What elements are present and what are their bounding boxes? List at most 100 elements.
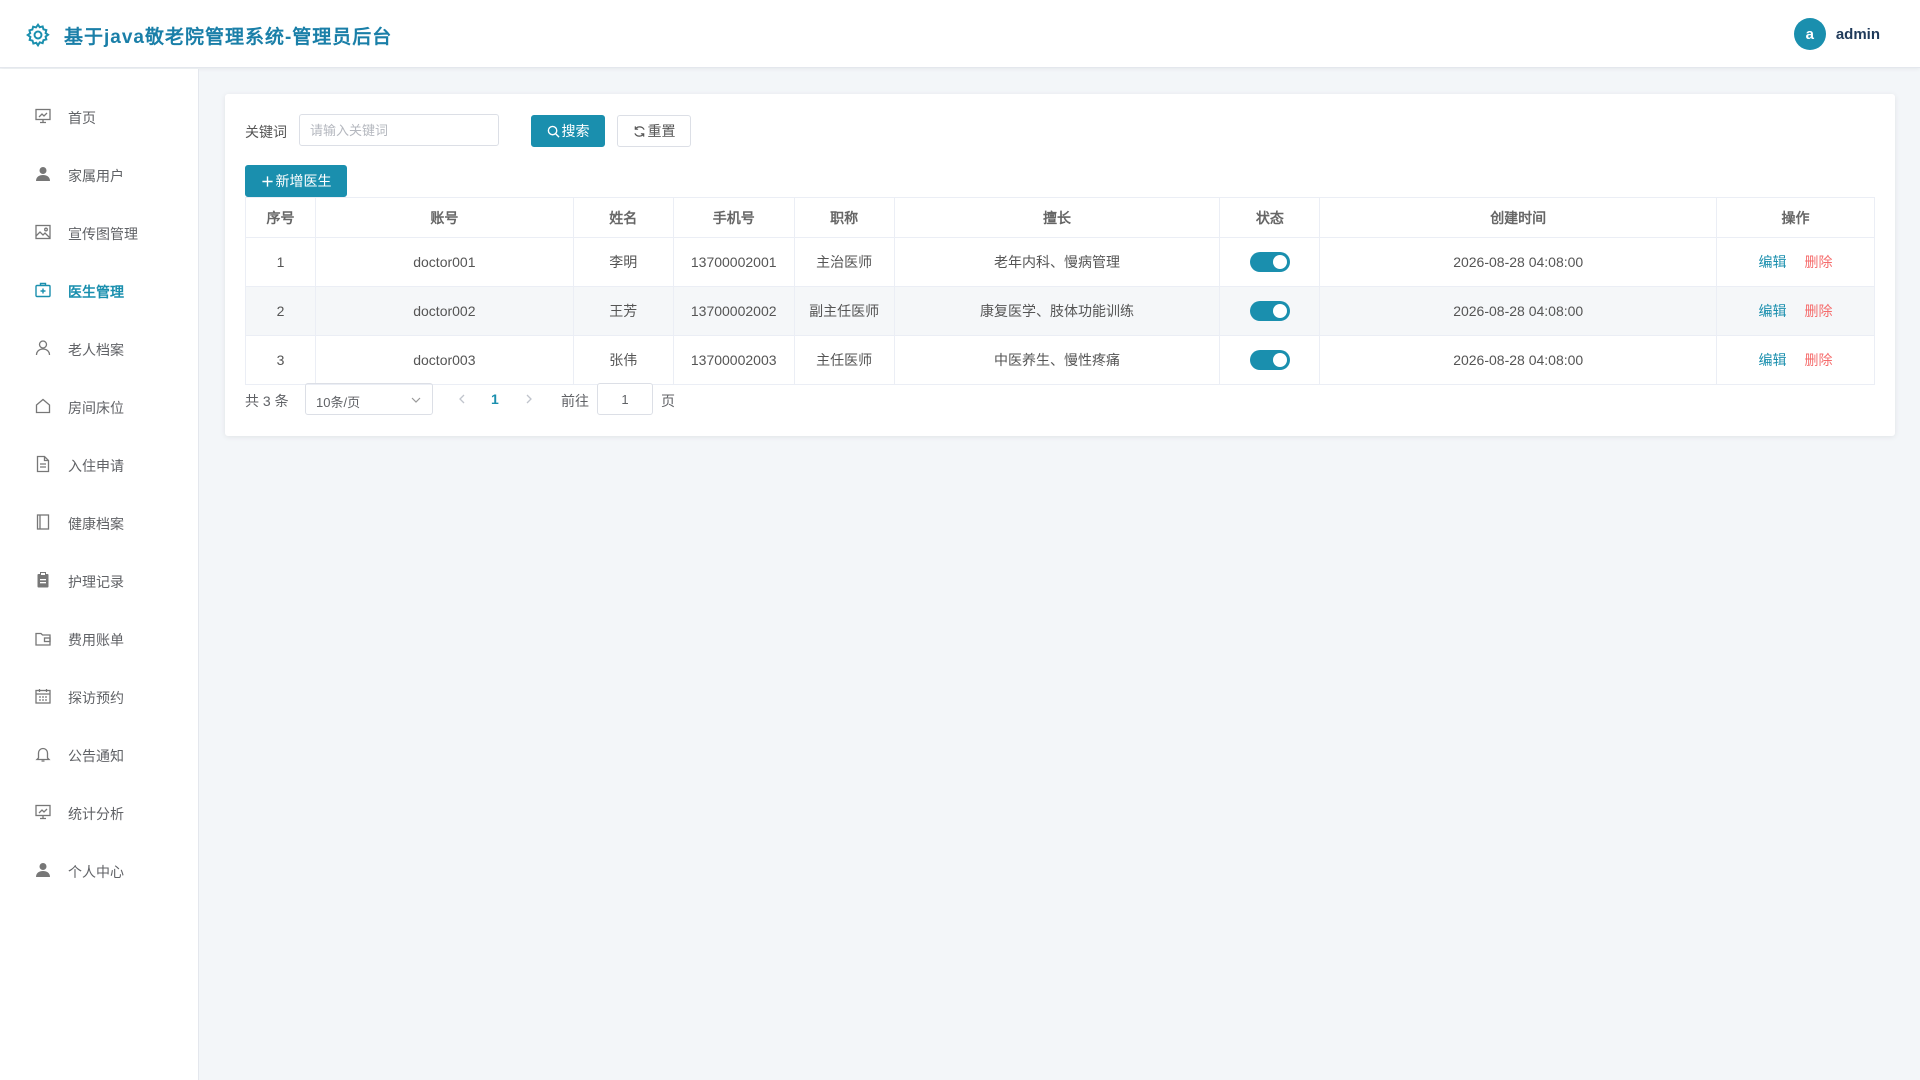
sidebar-item-doctors[interactable]: 医生管理 xyxy=(0,270,199,310)
reset-button[interactable]: 重置 xyxy=(617,115,691,147)
gear-icon xyxy=(26,23,50,48)
cell-specialty: 老年内科、慢病管理 xyxy=(893,237,1221,287)
goto-label: 前往 xyxy=(561,393,589,409)
user-menu[interactable]: a admin xyxy=(1793,18,1880,50)
sidebar-item-home[interactable]: 首页 xyxy=(0,96,199,136)
table-row: 1 doctor001 李明 13700002001 主治医师 老年内科、慢病管… xyxy=(245,237,1875,287)
delete-link[interactable]: 删除 xyxy=(1805,303,1833,319)
add-doctor-button-label: 新增医生 xyxy=(275,173,332,189)
sidebar-item-billing[interactable]: 费用账单 xyxy=(0,618,199,658)
keyword-input[interactable] xyxy=(299,114,499,146)
page-suffix-label: 页 xyxy=(661,393,675,409)
column-header: 手机号 xyxy=(672,197,795,238)
search-button-label: 搜索 xyxy=(561,123,590,139)
sidebar-item-label: 宣传图管理 xyxy=(68,226,138,242)
status-toggle[interactable] xyxy=(1249,350,1290,370)
table-header-row: 序号 账号 姓名 手机号 职称 擅长 状态 创建时间 操作 xyxy=(245,197,1875,238)
column-header: 职称 xyxy=(793,197,895,238)
notebook-icon xyxy=(36,514,50,530)
dashboard-icon xyxy=(35,108,51,124)
search-button[interactable]: 搜索 xyxy=(531,115,605,147)
sidebar-item-elder-records[interactable]: 老人档案 xyxy=(0,328,199,368)
page-size-select[interactable]: 10条/页 xyxy=(305,383,433,415)
sidebar-item-care-records[interactable]: 护理记录 xyxy=(0,560,199,600)
medical-box-icon xyxy=(35,282,51,298)
page-number-current[interactable]: 1 xyxy=(491,391,499,407)
username[interactable]: admin xyxy=(1836,26,1880,43)
cell-title: 主治医师 xyxy=(793,237,895,287)
cell-actions: 编辑 删除 xyxy=(1716,286,1875,336)
status-toggle[interactable] xyxy=(1249,252,1290,272)
doctor-table: 序号 账号 姓名 手机号 职称 擅长 状态 创建时间 操作 1 doctor00… xyxy=(245,197,1875,385)
sidebar-item-label: 个人中心 xyxy=(68,864,124,880)
edit-link[interactable]: 编辑 xyxy=(1759,254,1787,270)
sidebar-item-label: 医生管理 xyxy=(68,284,124,300)
cell-phone: 13700002001 xyxy=(672,237,795,287)
sidebar: 首页 家属用户 宣传图管理 医生管理 老人档案 房间床位 入住申请 健康档案 护… xyxy=(0,69,199,1080)
presentation-chart-icon xyxy=(35,804,51,820)
sidebar-item-rooms[interactable]: 房间床位 xyxy=(0,386,199,426)
sidebar-item-label: 入住申请 xyxy=(68,458,124,474)
edit-link[interactable]: 编辑 xyxy=(1759,352,1787,368)
edit-link[interactable]: 编辑 xyxy=(1759,303,1787,319)
house-icon xyxy=(35,398,51,414)
cell-actions: 编辑 删除 xyxy=(1716,335,1875,385)
sidebar-item-label: 费用账单 xyxy=(68,632,124,648)
cell-name: 李明 xyxy=(572,237,674,287)
pagination-total: 共 3 条 xyxy=(245,393,289,409)
sidebar-item-notices[interactable]: 公告通知 xyxy=(0,734,199,774)
sidebar-item-health-records[interactable]: 健康档案 xyxy=(0,502,199,542)
cell-specialty: 康复医学、肢体功能训练 xyxy=(893,286,1221,336)
sidebar-item-profile[interactable]: 个人中心 xyxy=(0,850,199,890)
column-header: 擅长 xyxy=(893,197,1221,238)
sidebar-item-statistics[interactable]: 统计分析 xyxy=(0,792,199,832)
sidebar-item-admission[interactable]: 入住申请 xyxy=(0,444,199,484)
add-doctor-button[interactable]: 新增医生 xyxy=(245,165,347,197)
column-header: 姓名 xyxy=(572,197,674,238)
search-icon xyxy=(547,125,560,138)
chevron-left-icon[interactable] xyxy=(455,392,469,406)
column-header: 状态 xyxy=(1219,197,1321,238)
cell-phone: 13700002002 xyxy=(672,286,795,336)
cell-created: 2026-08-28 04:08:00 xyxy=(1319,237,1718,287)
image-icon xyxy=(35,224,51,240)
cell-created: 2026-08-28 04:08:00 xyxy=(1319,286,1718,336)
refresh-icon xyxy=(633,125,645,137)
sidebar-item-label: 公告通知 xyxy=(68,748,124,764)
cell-title: 副主任医师 xyxy=(793,286,895,336)
calendar-icon xyxy=(35,689,51,704)
cell-status xyxy=(1219,335,1321,385)
plus-icon xyxy=(261,175,273,187)
sidebar-item-label: 首页 xyxy=(68,110,96,126)
column-header: 账号 xyxy=(314,197,574,238)
delete-link[interactable]: 删除 xyxy=(1805,254,1833,270)
goto-page-input[interactable] xyxy=(597,383,653,415)
page-size-value: 10条/页 xyxy=(316,395,361,410)
delete-link[interactable]: 删除 xyxy=(1805,352,1833,368)
cell-index: 2 xyxy=(245,286,316,336)
column-header: 序号 xyxy=(245,197,316,238)
user-icon xyxy=(36,863,50,877)
bell-icon xyxy=(35,747,51,762)
sidebar-item-label: 探访预约 xyxy=(68,690,124,706)
cell-title: 主任医师 xyxy=(793,335,895,385)
sidebar-item-label: 健康档案 xyxy=(68,516,124,532)
cell-index: 1 xyxy=(245,237,316,287)
sidebar-item-visits[interactable]: 探访预约 xyxy=(0,676,199,716)
cell-status xyxy=(1219,286,1321,336)
clipboard-icon xyxy=(37,572,49,588)
column-header: 创建时间 xyxy=(1319,197,1718,238)
avatar[interactable]: a xyxy=(1793,18,1826,50)
content-card: 关键词 搜索 重置 新增医生 序号 账号 姓名 手机号 职称 擅长 状态 创建时… xyxy=(225,94,1895,436)
cell-phone: 13700002003 xyxy=(672,335,795,385)
sidebar-item-family-users[interactable]: 家属用户 xyxy=(0,154,199,194)
sidebar-item-label: 房间床位 xyxy=(68,400,124,416)
sidebar-item-banners[interactable]: 宣传图管理 xyxy=(0,212,199,252)
cell-specialty: 中医养生、慢性疼痛 xyxy=(893,335,1221,385)
document-icon xyxy=(36,455,50,473)
status-toggle[interactable] xyxy=(1249,301,1290,321)
cell-status xyxy=(1219,237,1321,287)
chevron-right-icon[interactable] xyxy=(522,392,536,406)
cell-account: doctor002 xyxy=(314,286,574,336)
sidebar-item-label: 护理记录 xyxy=(68,574,124,590)
